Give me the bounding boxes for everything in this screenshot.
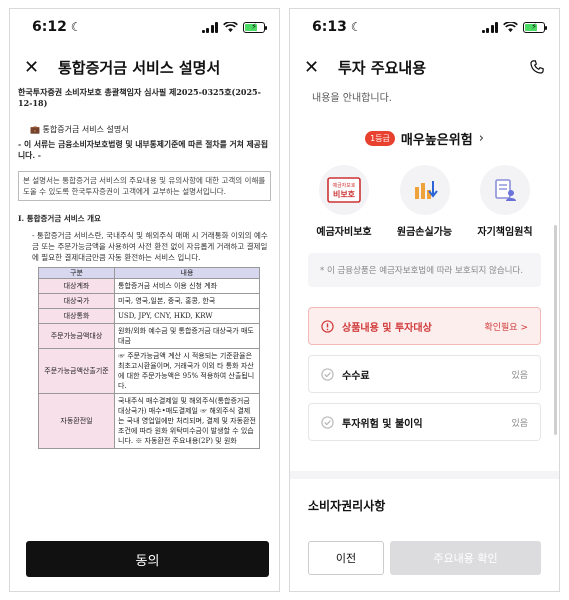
doc-subtitle: 통합증거금 서비스 설명서 xyxy=(42,125,129,134)
table-row: 대상계좌 통합증거금 서비스 이용 신청 계좌 xyxy=(38,278,260,294)
card-title: 상품내용 및 투자대상 xyxy=(342,322,432,334)
document-body[interactable]: 한국투자증권 소비자보호 총괄책임자 심사필 제2025-0325호(2025-… xyxy=(18,87,271,531)
no-deposit-protection-icon: 예금자보호 비보호 xyxy=(319,165,369,215)
prev-button[interactable]: 이전 xyxy=(308,541,384,575)
card-title: 수수료 xyxy=(342,370,370,382)
risk-icons: 예금자보호 비보호 예금자비보호 원금손실가능 자기책임원칙 xyxy=(308,165,541,238)
section-divider xyxy=(290,471,559,479)
doc-warning: - 이 서류는 금융소비자보호법령 및 내부통제기준에 따른 절차를 거쳐 제공… xyxy=(18,140,269,160)
header: ✕ 통합증거금 서비스 설명서 xyxy=(10,49,279,85)
confirm-button[interactable]: 주요내용 확인 xyxy=(390,541,541,575)
signal-icon xyxy=(201,21,218,33)
card-status: 확인필요 > xyxy=(484,322,528,333)
card-risks[interactable]: 투자위험 및 불이익 있음 xyxy=(308,403,541,441)
intro-box: 본 설명서는 통합증거금 서비스의 주요내용 및 유의사항에 대한 고객의 이해… xyxy=(18,171,271,201)
self-responsibility-icon xyxy=(480,165,530,215)
icon-label: 자기책임원칙 xyxy=(477,227,533,238)
scrollbar[interactable] xyxy=(554,225,557,435)
status-time: 6:12 xyxy=(32,19,67,35)
svg-text:비보호: 비보호 xyxy=(333,189,356,199)
alert-circle-icon xyxy=(321,319,334,333)
close-icon[interactable]: ✕ xyxy=(304,57,326,78)
wifi-icon xyxy=(503,21,518,32)
risk-text: 매우높은위험 xyxy=(400,133,473,148)
moon-icon: ☾ xyxy=(70,20,82,34)
icon-label: 원금손실가능 xyxy=(396,227,453,238)
moon-icon: ☾ xyxy=(350,20,362,34)
investment-summary: 내용을 안내합니다. 1등급 매우높은위험 › 예금자보호 비보호 예금자비보호 … xyxy=(290,85,559,591)
header: ✕ 투자 주요내용 xyxy=(290,49,559,85)
page-title: 투자 주요내용 xyxy=(338,58,427,77)
table-row: 주문가능금액대상 원화/외화 예수금 및 통합증거금 대상국가 매도대금 xyxy=(38,323,260,349)
status-bar: 6:12 ☾ ⚡ xyxy=(10,9,279,45)
card-product-details[interactable]: 상품내용 및 투자대상 확인필요 > xyxy=(308,307,541,345)
left-screen: 6:12 ☾ ⚡ ✕ 통합증거금 서비스 설명서 한국투자증권 소비자보호 총괄책… xyxy=(9,8,280,592)
close-icon[interactable]: ✕ xyxy=(24,57,46,78)
signal-icon xyxy=(481,21,498,33)
check-circle-icon xyxy=(321,367,334,381)
status-time: 6:13 xyxy=(312,19,347,35)
principal-loss-icon xyxy=(399,165,450,215)
card-fees[interactable]: 수수료 있음 xyxy=(308,355,541,393)
icon-label: 예금자비보호 xyxy=(316,227,372,238)
table-row: 자동환전일 국내주식 매수결제일 및 해외주식(통합증거금 대상국가) 매수•매도… xyxy=(38,393,260,449)
agree-button[interactable]: 동의 xyxy=(26,541,269,577)
card-status: 있음 xyxy=(511,418,528,429)
section-title: I. 통합증거금 서비스 개요 xyxy=(18,214,101,223)
table-header: 내용 xyxy=(114,267,260,279)
battery-icon: ⚡ xyxy=(523,21,547,33)
table-row: 주문가능금액산출기준 ☞ 주문가능금액 계산 시 적용되는 기준환율은 최초고시환… xyxy=(38,348,260,394)
card-title: 투자위험 및 불이익 xyxy=(342,418,423,430)
doc-icon: 💼 xyxy=(30,125,40,134)
overview-table: 구분 내용 대상계좌 통합증거금 서비스 이용 신청 계좌 대상국가 미국, 영국,… xyxy=(38,267,260,449)
svg-text:예금자보호: 예금자보호 xyxy=(332,182,355,189)
right-screen: 6:13 ☾ ⚡ ✕ 투자 주요내용 내용을 안내합니다. 1등급 매우높은위험 … xyxy=(289,8,560,592)
table-row: 대상국가 미국, 영국,일본, 중국, 홍콩, 한국 xyxy=(38,293,260,309)
table-header: 구분 xyxy=(38,267,115,279)
section-paragraph: - 통합증거금 서비스란, 국내주식 및 해외주식 매매 시 거래통화 이외의 … xyxy=(32,231,268,262)
risk-badge: 1등급 xyxy=(365,131,395,146)
phone-call-icon[interactable] xyxy=(529,59,545,75)
consumer-rights-heading: 소비자권리사항 xyxy=(308,499,386,513)
check-circle-icon xyxy=(321,415,334,429)
table-row: 대상통화 USD, JPY, CNY, HKD, KRW xyxy=(38,308,260,324)
card-status: 있음 xyxy=(511,370,528,381)
battery-icon: ⚡ xyxy=(243,21,267,33)
bottom-actions: 이전 주요내용 확인 xyxy=(308,541,541,575)
protection-note: * 이 금융상품은 예금자보호법에 따라 보호되지 않습니다. xyxy=(308,253,541,287)
doc-approval-line: 한국투자증권 소비자보호 총괄책임자 심사필 제2025-0325호(2025-… xyxy=(18,87,261,108)
risk-grade[interactable]: 1등급 매우높은위험 › xyxy=(290,129,559,148)
page-title: 통합증거금 서비스 설명서 xyxy=(58,58,221,77)
status-bar: 6:13 ☾ ⚡ xyxy=(290,9,559,45)
cut-off-text: 내용을 안내합니다. xyxy=(312,93,392,104)
wifi-icon xyxy=(223,21,238,32)
chevron-right-icon: › xyxy=(478,131,484,146)
